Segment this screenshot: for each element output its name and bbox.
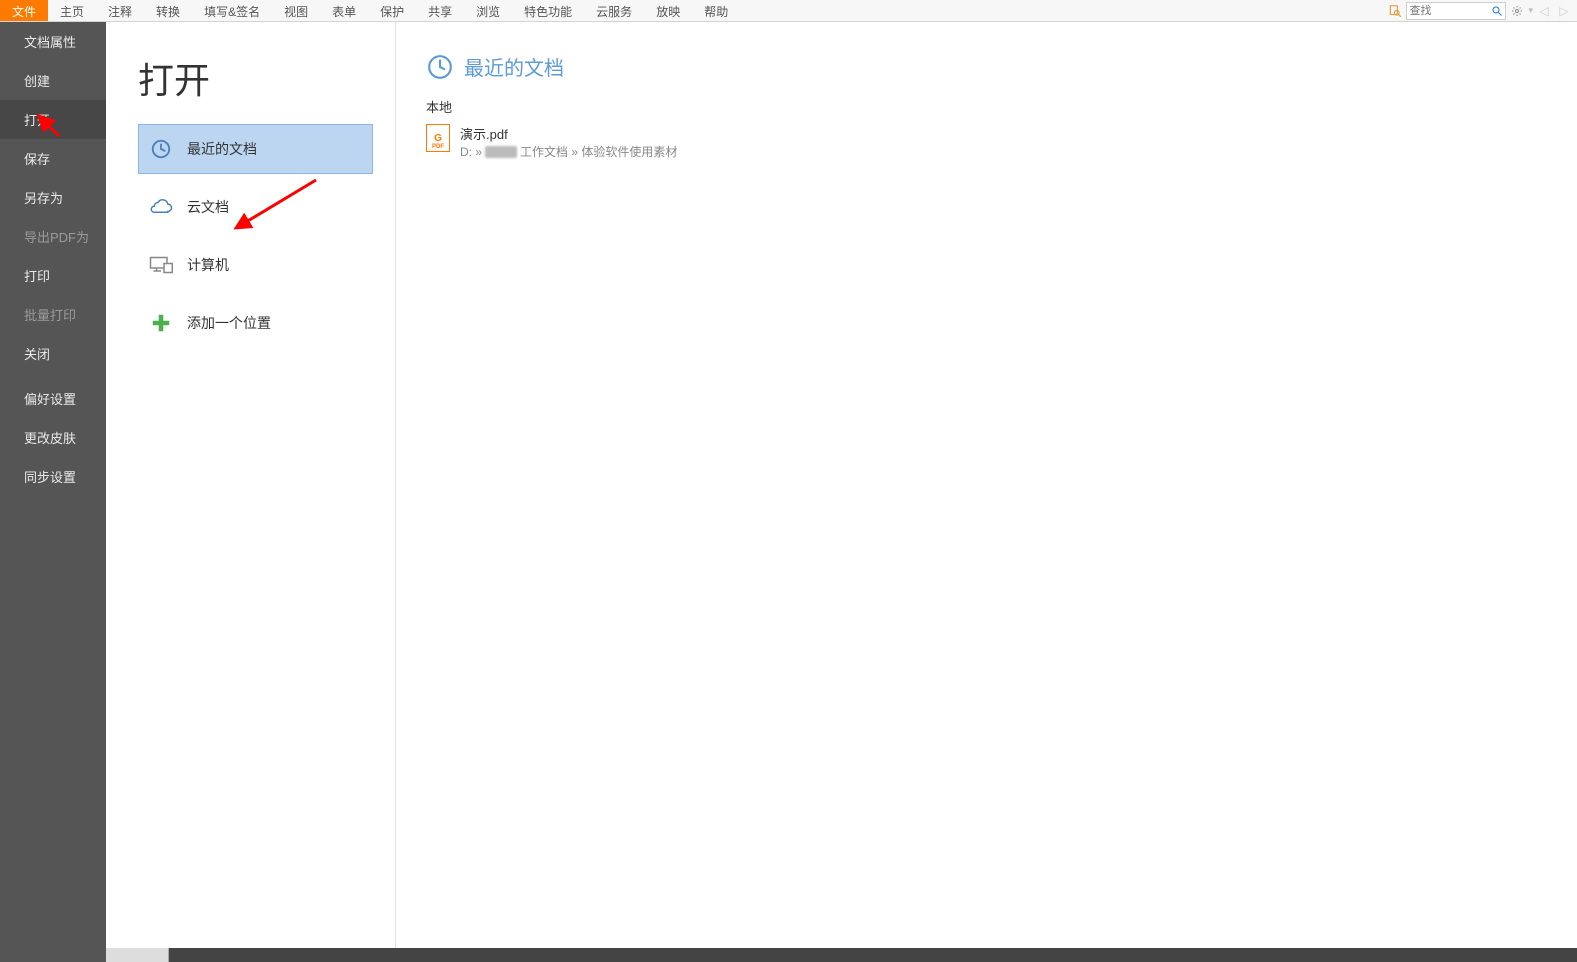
- file-path: D: » 工作文档 » 体验软件使用素材: [460, 143, 677, 160]
- menu-tab-convert[interactable]: 转换: [144, 0, 192, 21]
- menu-tab-browse[interactable]: 浏览: [464, 0, 512, 21]
- file-name: 演示.pdf: [460, 124, 677, 143]
- menu-tab-form[interactable]: 表单: [320, 0, 368, 21]
- computer-icon: [149, 253, 173, 277]
- menu-tab-cloud[interactable]: 云服务: [584, 0, 644, 21]
- sidebar-item-save[interactable]: 保存: [0, 139, 106, 178]
- sidebar-item-open[interactable]: 打开: [0, 100, 106, 139]
- menu-tab-view[interactable]: 视图: [272, 0, 320, 21]
- sidebar-item-sync[interactable]: 同步设置: [0, 457, 106, 496]
- source-recent[interactable]: 最近的文档: [138, 124, 373, 174]
- sidebar-item-docprops[interactable]: 文档属性: [0, 22, 106, 61]
- file-sidebar: 文档属性 创建 打开 保存 另存为 导出PDF为 打印 批量打印 关闭 偏好设置…: [0, 22, 106, 962]
- source-computer[interactable]: 计算机: [138, 240, 373, 290]
- recent-title: 最近的文档: [464, 52, 564, 81]
- nav-forward-icon: ▷: [1555, 2, 1573, 20]
- source-label: 计算机: [187, 255, 229, 275]
- section-local-label: 本地: [426, 97, 1577, 116]
- sidebar-item-prefs[interactable]: 偏好设置: [0, 379, 106, 418]
- topbar-right-controls: ▾ ◁ ▷: [1386, 0, 1577, 21]
- sidebar-item-export: 导出PDF为: [0, 217, 106, 256]
- search-doc-icon[interactable]: [1386, 2, 1404, 20]
- pdf-file-icon: G PDF: [426, 124, 450, 152]
- search-input[interactable]: [1409, 5, 1491, 17]
- recent-files-panel: 最近的文档 本地 G PDF 演示.pdf D: » 工作文档 » 体验软件使用…: [396, 22, 1577, 962]
- sidebar-item-print[interactable]: 打印: [0, 256, 106, 295]
- top-menu-bar: 文件 主页 注释 转换 填写&签名 视图 表单 保护 共享 浏览 特色功能 云服…: [0, 0, 1577, 22]
- clock-icon: [149, 137, 173, 161]
- plus-icon: [149, 311, 173, 335]
- search-icon[interactable]: [1491, 5, 1503, 17]
- menu-tab-share[interactable]: 共享: [416, 0, 464, 21]
- search-box[interactable]: [1406, 2, 1506, 20]
- sidebar-item-skin[interactable]: 更改皮肤: [0, 418, 106, 457]
- settings-icon[interactable]: [1508, 2, 1526, 20]
- source-label: 云文档: [187, 197, 229, 217]
- sidebar-item-saveas[interactable]: 另存为: [0, 178, 106, 217]
- menu-tab-home[interactable]: 主页: [48, 0, 96, 21]
- sidebar-item-close[interactable]: 关闭: [0, 334, 106, 373]
- clock-icon: [426, 53, 454, 81]
- nav-back-icon: ◁: [1535, 2, 1553, 20]
- redacted-segment: [485, 146, 517, 158]
- source-add-location[interactable]: 添加一个位置: [138, 298, 373, 348]
- cloud-icon: [149, 195, 173, 219]
- menu-tab-help[interactable]: 帮助: [692, 0, 740, 21]
- menu-tab-fillsign[interactable]: 填写&签名: [192, 0, 272, 21]
- source-label: 最近的文档: [187, 139, 257, 159]
- sidebar-item-batchprint: 批量打印: [0, 295, 106, 334]
- menu-tab-play[interactable]: 放映: [644, 0, 692, 21]
- menu-tab-file[interactable]: 文件: [0, 0, 48, 21]
- menu-tab-comment[interactable]: 注释: [96, 0, 144, 21]
- open-sources-panel: 打开 最近的文档 云文档 计算机 添加一个位置: [106, 22, 396, 962]
- sidebar-item-create[interactable]: 创建: [0, 61, 106, 100]
- status-bar: [106, 948, 1577, 962]
- source-cloud[interactable]: 云文档: [138, 182, 373, 232]
- source-label: 添加一个位置: [187, 313, 271, 333]
- menu-tab-protect[interactable]: 保护: [368, 0, 416, 21]
- recent-file-item[interactable]: G PDF 演示.pdf D: » 工作文档 » 体验软件使用素材: [426, 120, 1577, 164]
- page-title: 打开: [138, 52, 373, 104]
- menu-tab-feature[interactable]: 特色功能: [512, 0, 584, 21]
